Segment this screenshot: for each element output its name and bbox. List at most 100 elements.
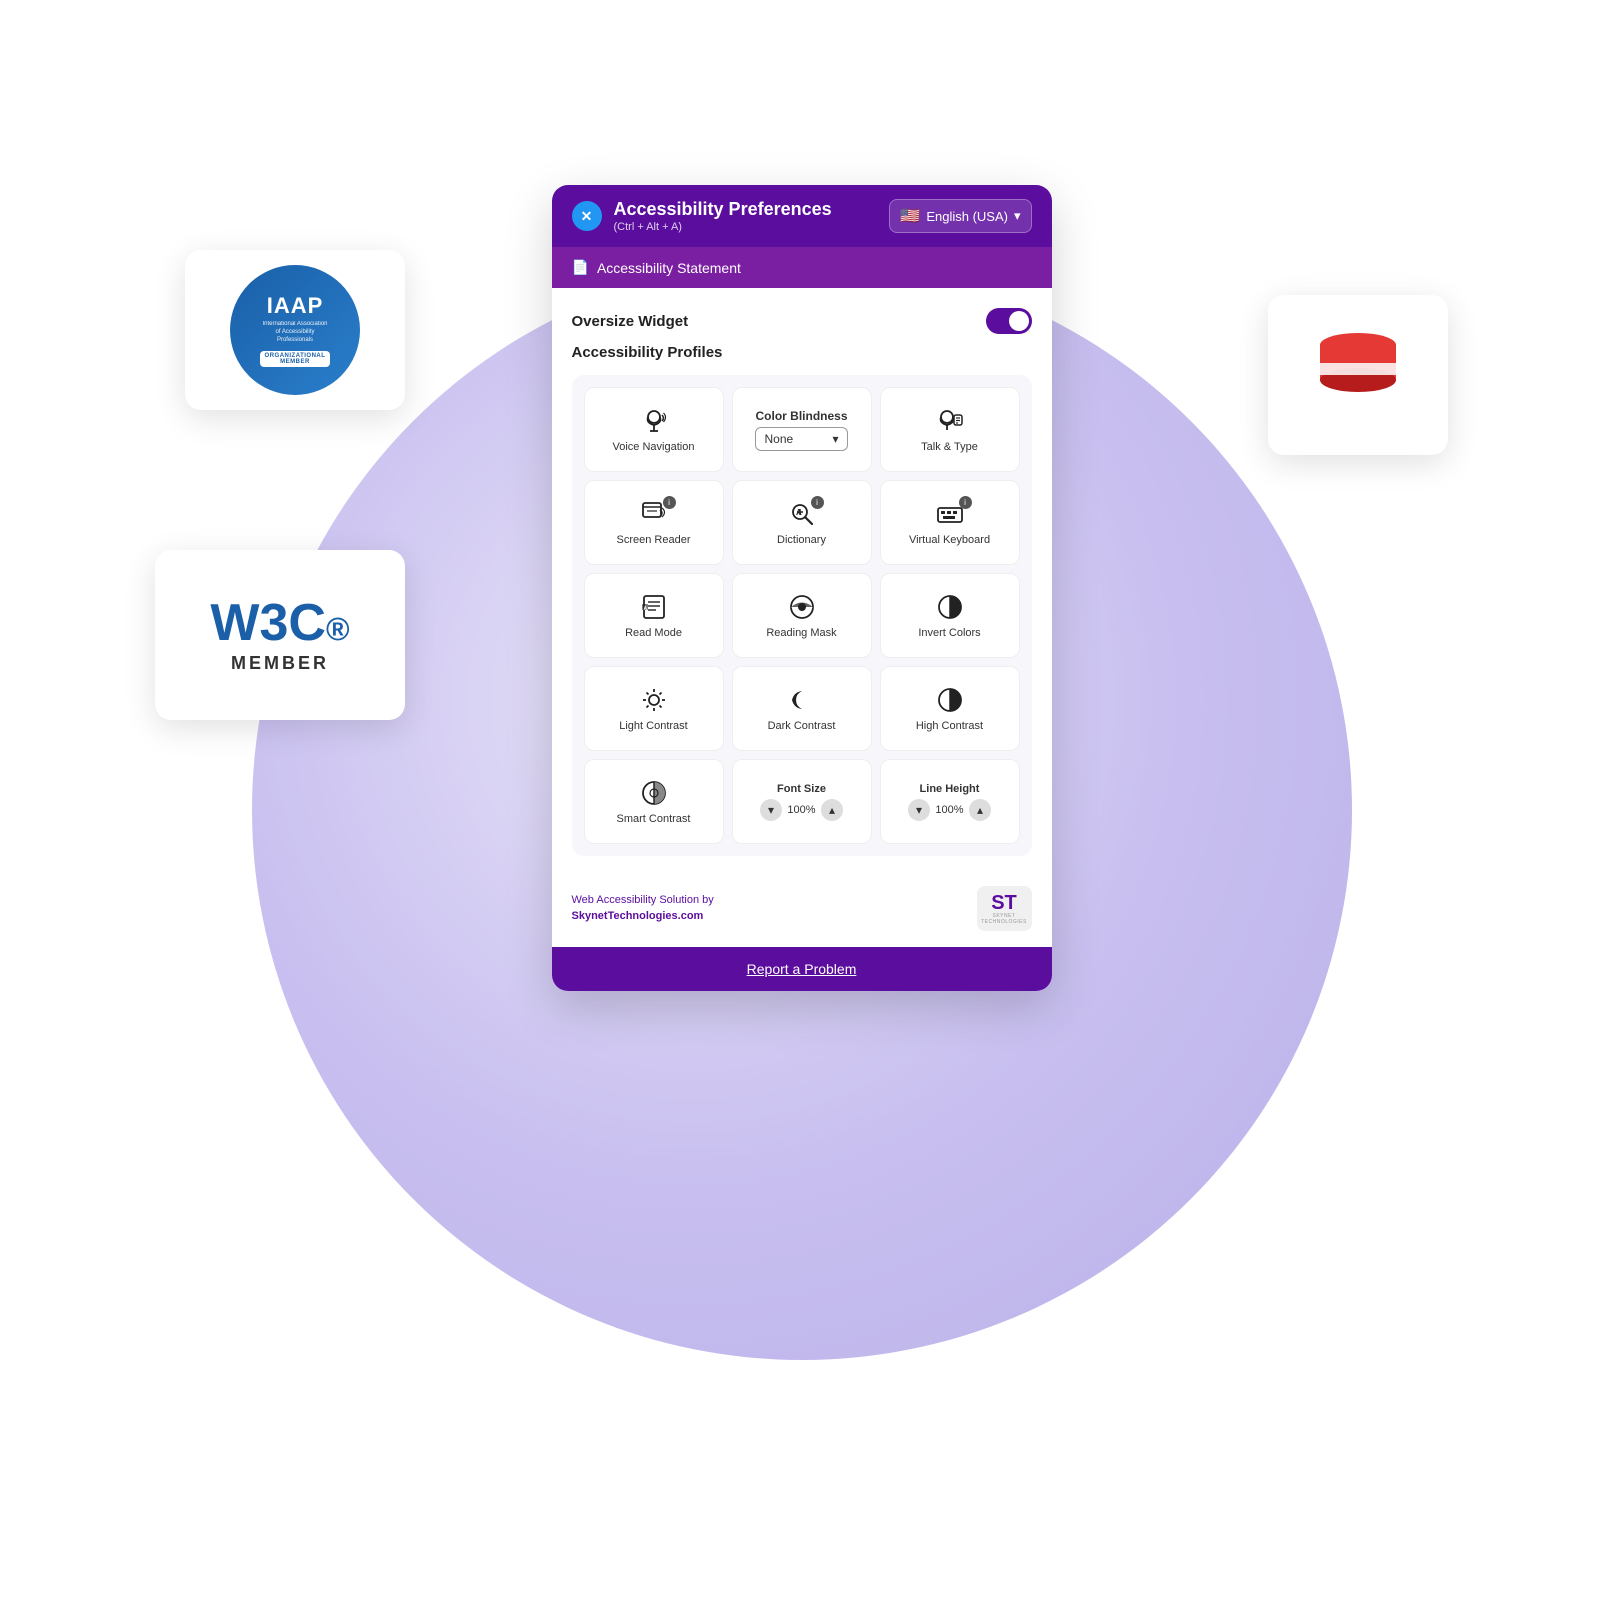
light-contrast-icon — [640, 686, 668, 714]
dictionary-info: i — [811, 496, 824, 509]
feature-high-contrast[interactable]: High Contrast — [880, 666, 1020, 751]
feature-invert-colors[interactable]: Invert Colors — [880, 573, 1020, 658]
page-wrapper: IAAP International Associationof Accessi… — [0, 0, 1603, 1619]
svg-text:A: A — [796, 508, 802, 517]
panel-footer: Web Accessibility Solution bySkynetTechn… — [552, 876, 1052, 947]
report-button[interactable]: Report a Problem — [552, 947, 1052, 991]
footer-text: Web Accessibility Solution bySkynetTechn… — [572, 893, 714, 924]
footer-logo-text: ST — [991, 893, 1017, 913]
dark-contrast-label: Dark Contrast — [768, 720, 836, 732]
voice-navigation-icon — [640, 407, 668, 435]
panel-header-left: ✕ Accessibility Preferences (Ctrl + Alt … — [572, 199, 832, 233]
color-blindness-chevron: ▾ — [832, 432, 838, 446]
high-contrast-icon — [936, 686, 964, 714]
panel-body: Oversize Widget Accessibility Profiles — [552, 288, 1052, 876]
line-height-label: Line Height — [920, 783, 980, 795]
font-size-label: Font Size — [777, 783, 826, 795]
feature-light-contrast[interactable]: Light Contrast — [584, 666, 724, 751]
lang-label: English (USA) — [926, 209, 1008, 224]
line-height-spinner: Line Height ▾ 100% ▴ — [908, 783, 991, 821]
flag-icon: 🇺🇸 — [900, 206, 920, 226]
feature-grid: Voice Navigation Color Blindness None ▾ — [572, 375, 1032, 856]
panel-title-block: Accessibility Preferences (Ctrl + Alt + … — [614, 199, 832, 233]
line-height-controls: ▾ 100% ▴ — [908, 799, 991, 821]
color-blindness-value: None — [764, 432, 793, 446]
color-blindness-item: Color Blindness None ▾ — [755, 409, 847, 451]
invert-colors-icon — [936, 593, 964, 621]
iaap-badge: IAAP International Associationof Accessi… — [230, 265, 360, 395]
screen-reader-label: Screen Reader — [617, 534, 691, 546]
close-button[interactable]: ✕ — [572, 201, 602, 231]
w3c-card: W3C® MEMBER — [155, 550, 405, 720]
feature-read-mode[interactable]: A Read Mode — [584, 573, 724, 658]
feature-color-blindness[interactable]: Color Blindness None ▾ — [732, 387, 872, 472]
feature-dark-contrast[interactable]: Dark Contrast — [732, 666, 872, 751]
accessibility-statement-bar[interactable]: 📄 Accessibility Statement — [552, 247, 1052, 288]
smart-contrast-label: Smart Contrast — [617, 813, 691, 825]
font-size-increment[interactable]: ▴ — [821, 799, 843, 821]
font-size-controls: ▾ 100% ▴ — [760, 799, 843, 821]
line-height-value: 100% — [932, 804, 967, 816]
oversize-toggle[interactable] — [986, 308, 1032, 334]
profiles-title: Accessibility Profiles — [572, 344, 1032, 361]
dictionary-icon: A i — [788, 500, 816, 528]
svg-text:A: A — [643, 606, 647, 612]
feature-line-height[interactable]: Line Height ▾ 100% ▴ — [880, 759, 1020, 844]
screen-reader-icon: i — [640, 500, 668, 528]
iaap-title: IAAP — [267, 293, 324, 319]
feature-screen-reader[interactable]: i Screen Reader — [584, 480, 724, 565]
database-card — [1268, 295, 1448, 455]
light-contrast-label: Light Contrast — [619, 720, 687, 732]
iaap-card: IAAP International Associationof Accessi… — [185, 250, 405, 410]
panel-header: ✕ Accessibility Preferences (Ctrl + Alt … — [552, 185, 1052, 247]
footer-logo-sub: SKYNET TECHNOLOGIES — [977, 913, 1032, 925]
panel-title: Accessibility Preferences — [614, 199, 832, 220]
dictionary-label: Dictionary — [777, 534, 826, 546]
feature-dictionary[interactable]: A i Dictionary — [732, 480, 872, 565]
toggle-knob — [1009, 311, 1029, 331]
talk-type-icon — [936, 407, 964, 435]
virtual-keyboard-label: Virtual Keyboard — [909, 534, 990, 546]
feature-talk-type[interactable]: Talk & Type — [880, 387, 1020, 472]
color-blindness-label: Color Blindness — [755, 409, 847, 423]
iaap-org-label: ORGANIZATIONAL MEMBER — [260, 351, 331, 367]
smart-contrast-icon — [640, 779, 668, 807]
feature-smart-contrast[interactable]: Smart Contrast — [584, 759, 724, 844]
statement-label: Accessibility Statement — [597, 260, 741, 276]
screen-reader-info: i — [663, 496, 676, 509]
high-contrast-label: High Contrast — [916, 720, 983, 732]
line-height-increment[interactable]: ▴ — [969, 799, 991, 821]
read-mode-icon: A — [640, 593, 668, 621]
database-icon — [1308, 325, 1408, 425]
chevron-down-icon: ▾ — [1014, 208, 1021, 224]
feature-voice-navigation[interactable]: Voice Navigation — [584, 387, 724, 472]
feature-font-size[interactable]: Font Size ▾ 100% ▴ — [732, 759, 872, 844]
w3c-member-label: MEMBER — [231, 653, 329, 674]
iaap-subtitle: International Associationof Accessibilit… — [262, 321, 327, 344]
read-mode-label: Read Mode — [625, 627, 682, 639]
w3c-registered: ® — [326, 611, 350, 647]
oversize-label: Oversize Widget — [572, 313, 689, 330]
invert-colors-label: Invert Colors — [918, 627, 980, 639]
virtual-keyboard-info: i — [959, 496, 972, 509]
talk-type-label: Talk & Type — [921, 441, 978, 453]
language-selector[interactable]: 🇺🇸 English (USA) ▾ — [889, 199, 1031, 233]
statement-icon: 📄 — [572, 259, 589, 276]
virtual-keyboard-icon: i — [936, 500, 964, 528]
font-size-decrement[interactable]: ▾ — [760, 799, 782, 821]
reading-mask-icon — [788, 593, 816, 621]
font-size-spinner: Font Size ▾ 100% ▴ — [760, 783, 843, 821]
feature-reading-mask[interactable]: Reading Mask — [732, 573, 872, 658]
panel-subtitle: (Ctrl + Alt + A) — [614, 221, 832, 233]
dark-contrast-icon — [788, 686, 816, 714]
line-height-decrement[interactable]: ▾ — [908, 799, 930, 821]
feature-virtual-keyboard[interactable]: i Virtual Keyboard — [880, 480, 1020, 565]
font-size-value: 100% — [784, 804, 819, 816]
voice-navigation-label: Voice Navigation — [613, 441, 695, 453]
w3c-logo: W3C® — [210, 597, 349, 649]
accessibility-panel: ✕ Accessibility Preferences (Ctrl + Alt … — [552, 185, 1052, 991]
oversize-widget-row: Oversize Widget — [572, 308, 1032, 334]
reading-mask-label: Reading Mask — [766, 627, 836, 639]
footer-logo: ST SKYNET TECHNOLOGIES — [977, 886, 1032, 931]
color-blindness-select[interactable]: None ▾ — [755, 427, 847, 451]
